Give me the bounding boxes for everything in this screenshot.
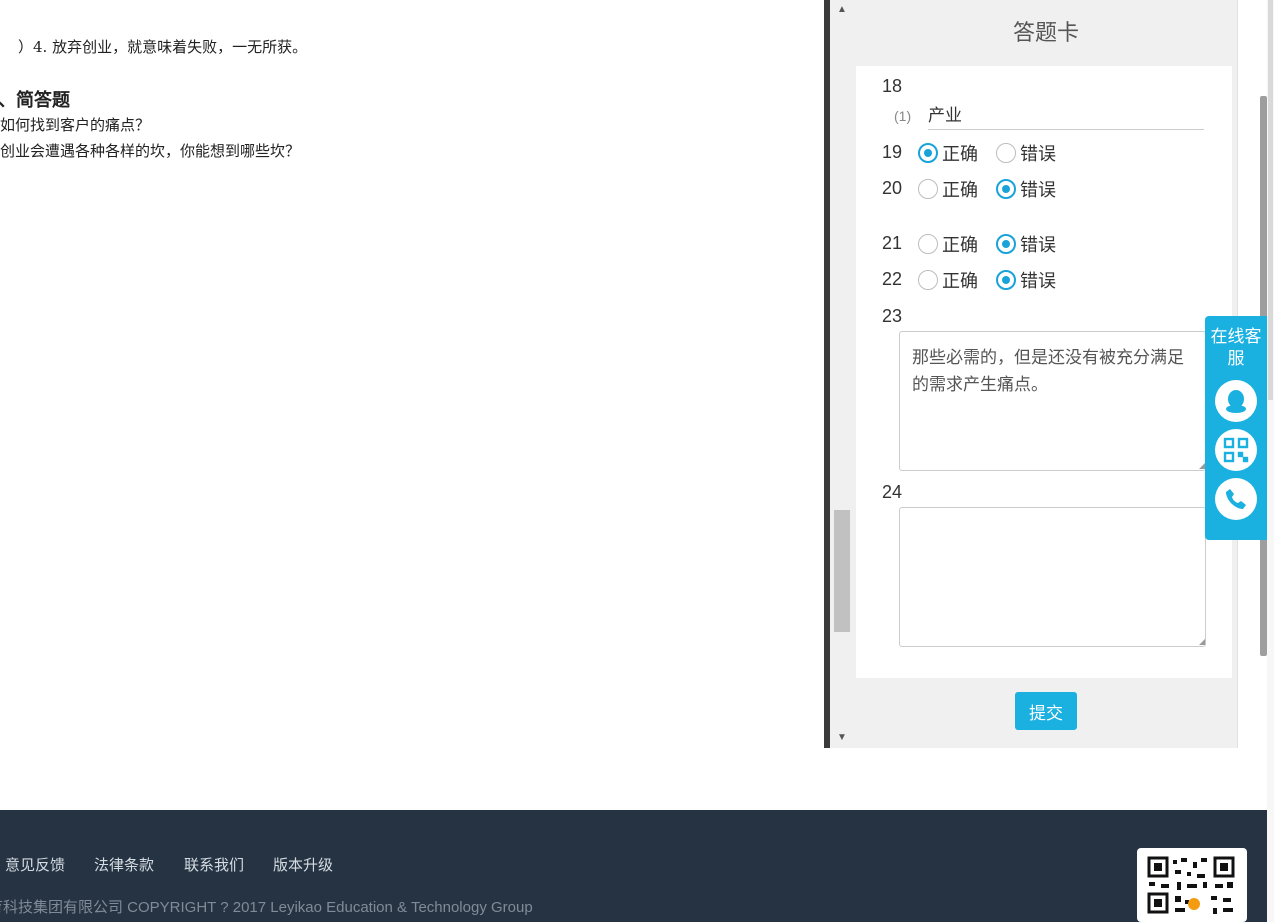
question-24-number: 24	[882, 482, 903, 502]
radio-unchecked-icon[interactable]	[918, 234, 938, 254]
answer-card: 答题卡 18 (1) 19 正确 错误 20 正确 错误 21 正确 错误 22…	[854, 0, 1238, 748]
answer-card-body: 18 (1) 19 正确 错误 20 正确 错误 21 正确 错误 22 正确 …	[856, 66, 1232, 678]
question-19-option-wrong[interactable]: 错误	[996, 140, 1056, 166]
radio-checked-icon[interactable]	[996, 270, 1016, 290]
doc-question-4: ）4. 放弃创业，就意味着失败，一无所获。	[18, 38, 308, 56]
radio-unchecked-icon[interactable]	[918, 270, 938, 290]
question-19-number: 19	[882, 142, 903, 162]
question-21-option-correct[interactable]: 正确	[918, 231, 978, 257]
radio-unchecked-icon[interactable]	[918, 179, 938, 199]
page-footer: 意见反馈 法律条款 联系我们 版本升级 育科技集团有限公司 COPYRIGHT …	[0, 810, 1274, 922]
scroll-down-arrow-icon[interactable]: ▼	[830, 728, 854, 748]
doc-section-heading: 、简答题	[0, 90, 70, 111]
doc-short-question-2: 创业会遭遇各种各样的坎，你能想到哪些坎？	[0, 142, 301, 160]
question-19-options: 正确 错误	[918, 141, 1074, 165]
question-22-number: 22	[882, 269, 903, 289]
footer-qr-code-icon	[1137, 848, 1247, 922]
question-19-option-correct[interactable]: 正确	[918, 140, 978, 166]
qr-code-icon[interactable]	[1215, 429, 1257, 471]
resize-grip-icon[interactable]: ◢	[1199, 638, 1207, 646]
qq-icon[interactable]	[1215, 380, 1257, 422]
page-scroll-thumb[interactable]	[1268, 0, 1273, 400]
question-24-answer-textarea[interactable]	[899, 507, 1206, 647]
answer-card-title: 答题卡	[1012, 20, 1079, 45]
question-18-sub-label: (1)	[894, 108, 912, 124]
footer-copyright: 育科技集团有限公司 COPYRIGHT ? 2017 Leyikao Educa…	[0, 899, 533, 916]
radio-checked-icon[interactable]	[996, 179, 1016, 199]
phone-icon[interactable]	[1215, 478, 1257, 520]
question-23-number: 23	[882, 306, 903, 326]
footer-link-feedback[interactable]: 意见反馈	[5, 854, 65, 875]
question-18-number: 18	[882, 76, 903, 96]
scroll-up-arrow-icon[interactable]: ▲	[830, 0, 854, 20]
question-22-options: 正确 错误	[918, 268, 1074, 292]
question-21-option-wrong[interactable]: 错误	[996, 231, 1056, 257]
question-18-fill-input[interactable]	[928, 102, 1204, 130]
question-22-option-correct[interactable]: 正确	[918, 267, 978, 293]
doc-short-question-1: 如何找到客户的痛点？	[0, 116, 151, 134]
question-20-option-correct[interactable]: 正确	[918, 176, 978, 202]
footer-link-legal[interactable]: 法律条款	[94, 854, 154, 875]
footer-link-contact[interactable]: 联系我们	[184, 854, 244, 875]
footer-link-upgrade[interactable]: 版本升级	[273, 854, 333, 875]
radio-unchecked-icon[interactable]	[996, 143, 1016, 163]
question-20-option-wrong[interactable]: 错误	[996, 176, 1056, 202]
page-scrollbar[interactable]	[1267, 0, 1274, 922]
document-scroll-thumb[interactable]	[834, 510, 850, 632]
question-20-number: 20	[882, 178, 903, 198]
question-20-options: 正确 错误	[918, 177, 1074, 201]
question-23-answer-textarea[interactable]: 那些必需的，但是还没有被充分满足的需求产生痛点。	[899, 331, 1206, 471]
radio-checked-icon[interactable]	[918, 143, 938, 163]
question-21-options: 正确 错误	[918, 232, 1074, 256]
document-scrollbar[interactable]: ▲ ▼	[830, 0, 854, 748]
submit-button[interactable]: 提交	[1015, 692, 1077, 730]
document-pane: ）4. 放弃创业，就意味着失败，一无所获。 、简答题 如何找到客户的痛点？ 创业…	[0, 0, 824, 748]
question-22-option-wrong[interactable]: 错误	[996, 267, 1056, 293]
radio-checked-icon[interactable]	[996, 234, 1016, 254]
online-service-label: 在线客服	[1210, 327, 1262, 369]
question-21-number: 21	[882, 233, 903, 253]
online-service-panel: 在线客服	[1205, 316, 1267, 540]
